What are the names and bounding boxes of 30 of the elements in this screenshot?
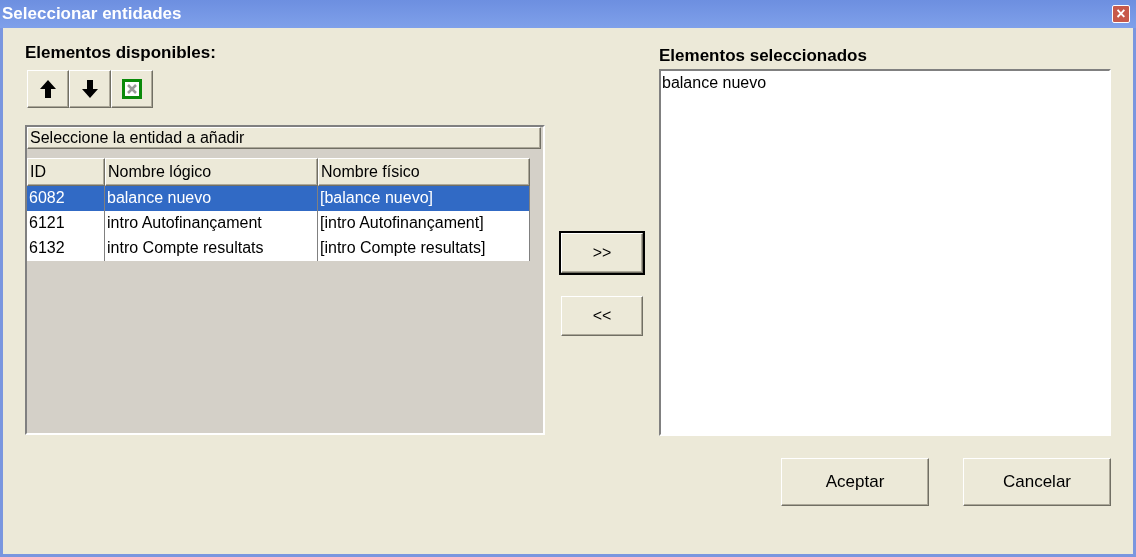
close-button[interactable]: ×: [1112, 5, 1130, 23]
toolbar-button[interactable]: [69, 70, 111, 108]
table-cell: [intro Compte resultats]: [318, 236, 530, 261]
table-cell: 6121: [27, 211, 105, 236]
table-row[interactable]: 6121 intro Autofinançament [intro Autofinançament]: [27, 211, 543, 236]
spreadsheet-icon: [122, 79, 142, 99]
toolbar-button[interactable]: [27, 70, 69, 108]
dialog-button[interactable]: Cancelar: [963, 458, 1111, 506]
column-header[interactable]: ID: [27, 158, 105, 186]
table-cell: intro Autofinançament: [105, 211, 318, 236]
table-cell: [intro Autofinançament]: [318, 211, 530, 236]
window-title: Seleccionar entidades: [2, 3, 182, 26]
up-arrow-icon: [39, 79, 57, 99]
table-cell: 6082: [27, 186, 105, 211]
dialog-button[interactable]: Aceptar: [781, 458, 929, 506]
table-row[interactable]: 6082 balance nuevo [balance nuevo]: [27, 186, 543, 211]
table-cell: 6132: [27, 236, 105, 261]
move-button[interactable]: >>: [561, 233, 643, 273]
table-caption: Seleccione la entidad a añadir: [27, 127, 541, 149]
down-arrow-icon: [81, 79, 99, 99]
table-cell: intro Compte resultats: [105, 236, 318, 261]
list-item[interactable]: balance nuevo: [662, 73, 767, 93]
table-row[interactable]: 6132 intro Compte resultats [intro Compte resultats]: [27, 236, 543, 261]
move-button[interactable]: <<: [561, 296, 643, 336]
section-label: Elementos seleccionados: [659, 45, 868, 67]
column-header[interactable]: Nombre lógico: [105, 158, 318, 186]
table-cell: [balance nuevo]: [318, 186, 530, 211]
table-cell: balance nuevo: [105, 186, 318, 211]
section-label: Elementos disponibles:: [25, 42, 217, 64]
column-header[interactable]: Nombre físico: [318, 158, 530, 186]
